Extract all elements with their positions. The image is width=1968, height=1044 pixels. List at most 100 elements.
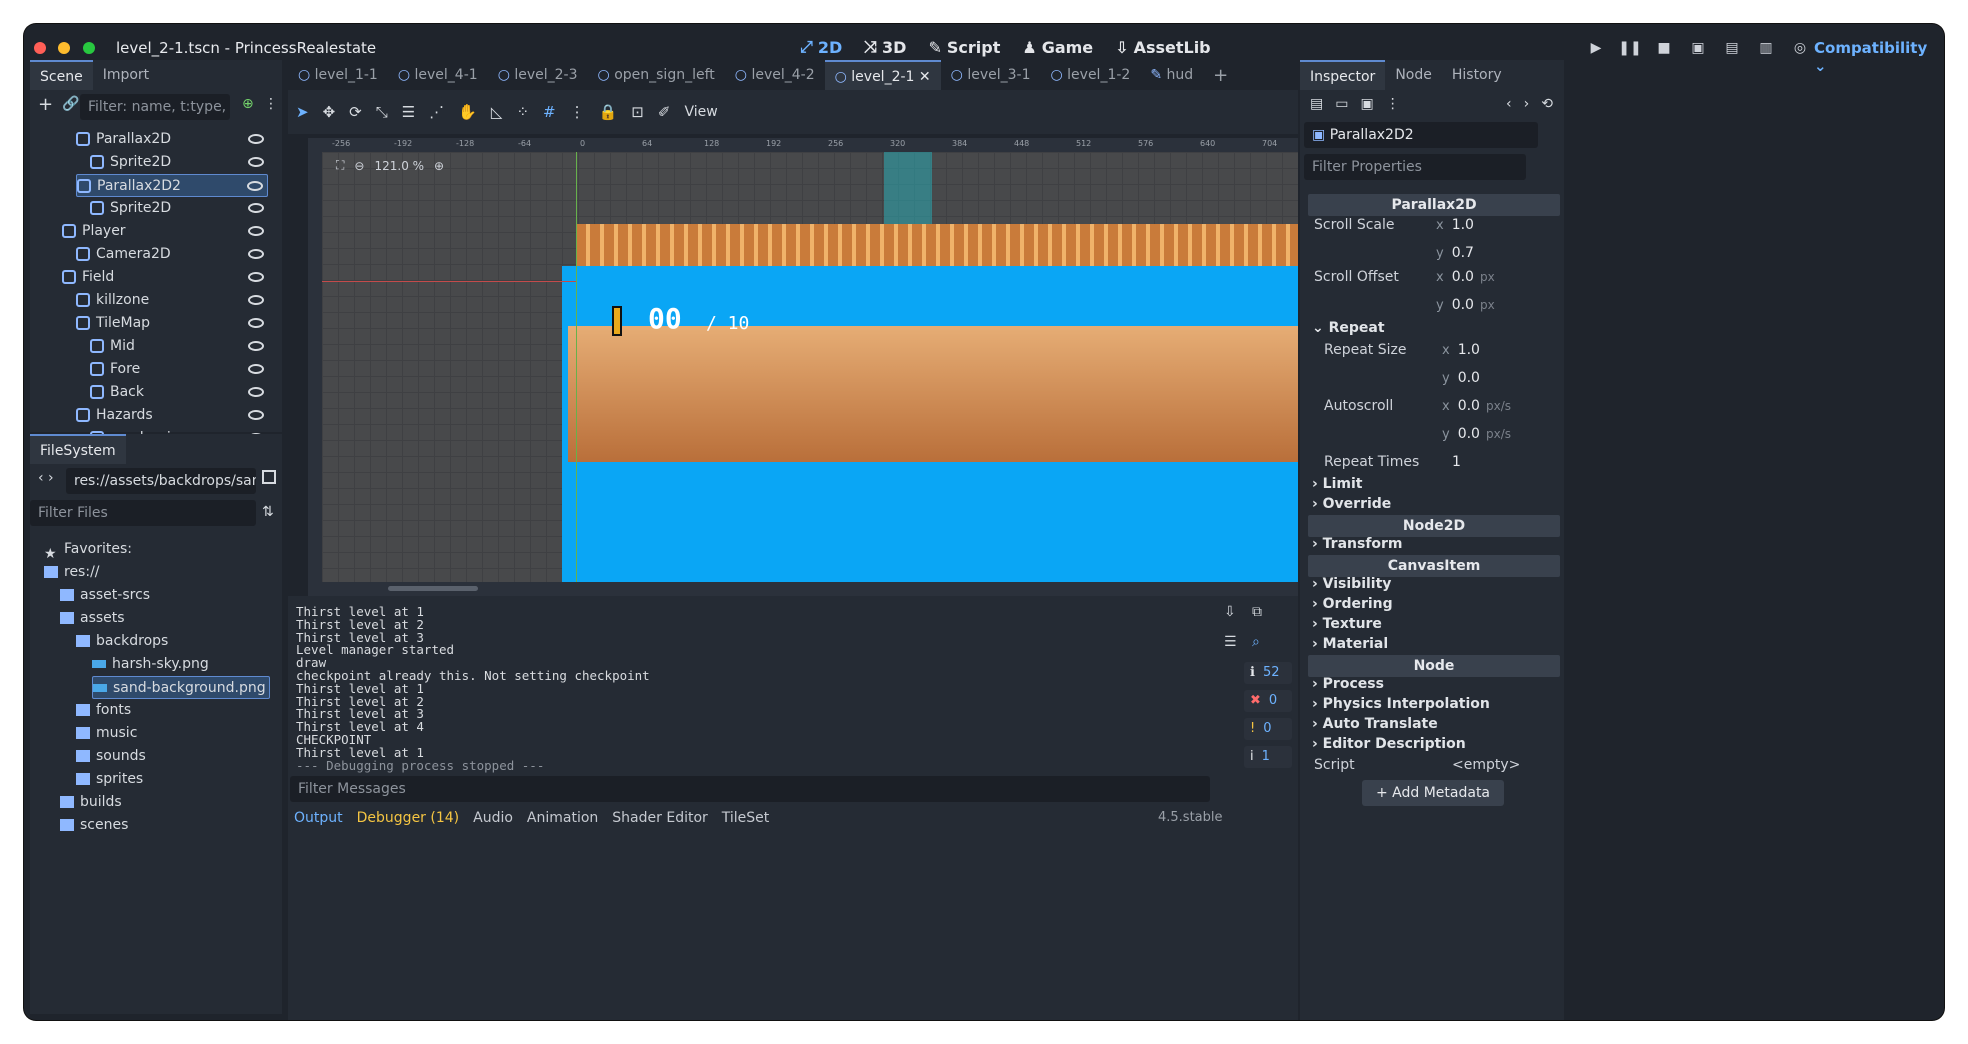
list-select-icon[interactable]: ☰ xyxy=(402,103,415,121)
pause-button[interactable]: ❚❚ xyxy=(1618,36,1642,60)
repeat-size-x[interactable]: x 1.0 xyxy=(1442,337,1480,363)
autoscroll-x[interactable]: x 0.0 px/s xyxy=(1442,393,1511,419)
run-current-scene-button[interactable]: ▤ xyxy=(1720,36,1744,60)
zoom-in-button[interactable]: ⊕ xyxy=(434,159,444,173)
run-specific-scene-button[interactable]: ▥ xyxy=(1754,36,1778,60)
mode-script-button[interactable]: ✎ Script xyxy=(928,37,1000,57)
scene-tab[interactable]: ○ level_3-1 xyxy=(941,60,1041,90)
limit-group[interactable]: › Limit xyxy=(1312,476,1362,492)
pivot-icon[interactable]: ⋰ xyxy=(429,103,444,121)
override-group[interactable]: › Override xyxy=(1312,496,1391,512)
file-tree-item[interactable]: scenes xyxy=(60,814,270,837)
search-icon[interactable]: ⌕ xyxy=(1252,634,1260,650)
scene-tab[interactable]: ○ level_2-3 xyxy=(488,60,588,90)
pan-tool-icon[interactable]: ✋ xyxy=(458,103,477,121)
visibility-eye-icon[interactable] xyxy=(248,295,264,305)
recent-objects-icon[interactable]: ⟲ xyxy=(1541,96,1553,112)
stop-button[interactable]: ■ xyxy=(1652,36,1676,60)
prev-object-icon[interactable]: ‹ xyxy=(1506,96,1512,112)
file-tree-item[interactable]: ★ Favorites: xyxy=(44,538,270,562)
warning-count-badge[interactable]: ! 0 xyxy=(1244,718,1292,740)
script-field[interactable]: <empty> xyxy=(1452,752,1520,778)
file-tree-item[interactable]: sand-background.png xyxy=(92,676,270,699)
save-resource-icon[interactable]: ▣ xyxy=(1360,96,1373,112)
scene-tab[interactable]: ○ level_2-1 ✕ xyxy=(824,60,941,90)
grid-snap-icon[interactable]: # xyxy=(543,103,556,121)
visibility-eye-icon[interactable] xyxy=(248,387,264,397)
file-tree-item[interactable]: music xyxy=(76,722,270,745)
close-tab-icon[interactable]: ✕ xyxy=(914,69,931,85)
movie-maker-button[interactable]: ◎ xyxy=(1788,36,1812,60)
bottom-tab[interactable]: Audio xyxy=(473,810,513,826)
visibility-eye-icon[interactable] xyxy=(248,364,264,374)
load-resource-icon[interactable]: ▭ xyxy=(1335,96,1348,112)
info-count-badge[interactable]: i1 xyxy=(1244,746,1292,768)
tab-node[interactable]: Node xyxy=(1385,60,1442,90)
inspector-menu-icon[interactable]: ⋮ xyxy=(1386,96,1400,112)
zoom-window-button[interactable] xyxy=(82,42,95,54)
visibility-eye-icon[interactable] xyxy=(247,181,263,191)
scroll-offset-x[interactable]: x 0.0 px xyxy=(1436,264,1495,290)
file-tree-item[interactable]: assets xyxy=(60,607,270,630)
visibility-eye-icon[interactable] xyxy=(248,341,264,351)
file-tree-item[interactable]: asset-srcs xyxy=(60,584,270,607)
sort-icon[interactable]: ⇅ xyxy=(262,504,274,520)
add-metadata-button[interactable]: + Add Metadata xyxy=(1362,780,1504,806)
scene-tree-node[interactable]: Parallax2D xyxy=(76,128,268,151)
bottom-tab[interactable]: TileSet xyxy=(722,810,770,826)
close-window-button[interactable] xyxy=(34,42,46,54)
file-tree-item[interactable]: sounds xyxy=(76,745,270,768)
scene-tree-node[interactable]: killzone xyxy=(76,289,268,312)
remote-debug-button[interactable]: ▣ xyxy=(1686,36,1710,60)
visibility-eye-icon[interactable] xyxy=(248,410,264,420)
tab-filesystem[interactable]: FileSystem xyxy=(30,434,126,464)
visibility-eye-icon[interactable] xyxy=(248,157,264,167)
file-tree-item[interactable]: res:// xyxy=(44,561,270,584)
error-count-badge[interactable]: ✖ 0 xyxy=(1244,690,1292,712)
rotate-tool-icon[interactable]: ⟳ xyxy=(349,103,362,121)
canvas-viewport[interactable]: -256 -192 -128 -64 0 64 128 192 256 320 384 448 512 5… xyxy=(308,138,1298,596)
mode-2d-button[interactable]: ⤢ 2D xyxy=(800,37,842,57)
editor-description-group[interactable]: › Editor Description xyxy=(1312,736,1466,752)
play-button[interactable]: ▶ xyxy=(1584,36,1608,60)
scale-tool-icon[interactable]: ⤡ xyxy=(376,103,388,121)
select-tool-icon[interactable]: ➤ xyxy=(296,103,309,121)
zoom-reset-icon[interactable]: ⛶ xyxy=(336,158,344,173)
repeat-times-spinbox[interactable]: 1 xyxy=(1452,449,1461,475)
ruler-tool-icon[interactable]: ◺ xyxy=(491,103,503,121)
minimize-window-button[interactable] xyxy=(58,42,71,54)
tab-import[interactable]: Import xyxy=(93,60,159,90)
visibility-eye-icon[interactable] xyxy=(248,203,264,213)
object-selector[interactable]: ▣ Parallax2D2 xyxy=(1304,122,1538,148)
tab-inspector[interactable]: Inspector xyxy=(1300,60,1386,90)
texture-group[interactable]: › Texture xyxy=(1312,616,1382,632)
copy-output-icon[interactable]: ⧉ xyxy=(1252,604,1262,620)
repeat-size-y[interactable]: y 0.0 xyxy=(1442,365,1480,391)
move-tool-icon[interactable]: ✥ xyxy=(323,103,336,121)
scene-tree-node[interactable]: Fore xyxy=(90,358,268,381)
scene-tree-node[interactable]: Player xyxy=(62,220,268,243)
process-group[interactable]: › Process xyxy=(1312,676,1384,692)
filter-properties-input[interactable]: Filter Properties xyxy=(1304,154,1526,180)
split-view-icon[interactable] xyxy=(262,470,276,484)
visibility-eye-icon[interactable] xyxy=(248,226,264,236)
scene-tree-node[interactable]: Camera2D xyxy=(76,243,268,266)
nav-back-icon[interactable]: ‹ › xyxy=(38,470,54,486)
message-count-badge[interactable]: ℹ 52 xyxy=(1244,662,1292,684)
bottom-tab[interactable]: Debugger (14) xyxy=(357,810,459,826)
scene-menu-icon[interactable]: ⋮ xyxy=(264,96,278,112)
auto-translate-group[interactable]: › Auto Translate xyxy=(1312,716,1438,732)
add-node-icon[interactable]: + xyxy=(38,94,53,115)
view-menu[interactable]: View xyxy=(684,104,717,120)
scene-tree-node[interactable]: Parallax2D2 xyxy=(76,174,268,197)
scroll-scale-y[interactable]: y 0.7 xyxy=(1436,240,1474,266)
path-field[interactable]: res://assets/backdrops/sand-back xyxy=(66,468,256,494)
visibility-eye-icon[interactable] xyxy=(248,318,264,328)
scene-tree-node[interactable]: Sprite2D xyxy=(90,197,268,220)
file-filter-input[interactable]: Filter Files xyxy=(30,500,256,526)
scene-tree-node[interactable]: Back xyxy=(90,381,268,404)
filter-messages-input[interactable]: Filter Messages xyxy=(290,776,1210,802)
file-tree-item[interactable]: sprites xyxy=(76,768,270,791)
physics-interpolation-group[interactable]: › Physics Interpolation xyxy=(1312,696,1490,712)
scene-tree-node[interactable]: TileMap xyxy=(76,312,268,335)
